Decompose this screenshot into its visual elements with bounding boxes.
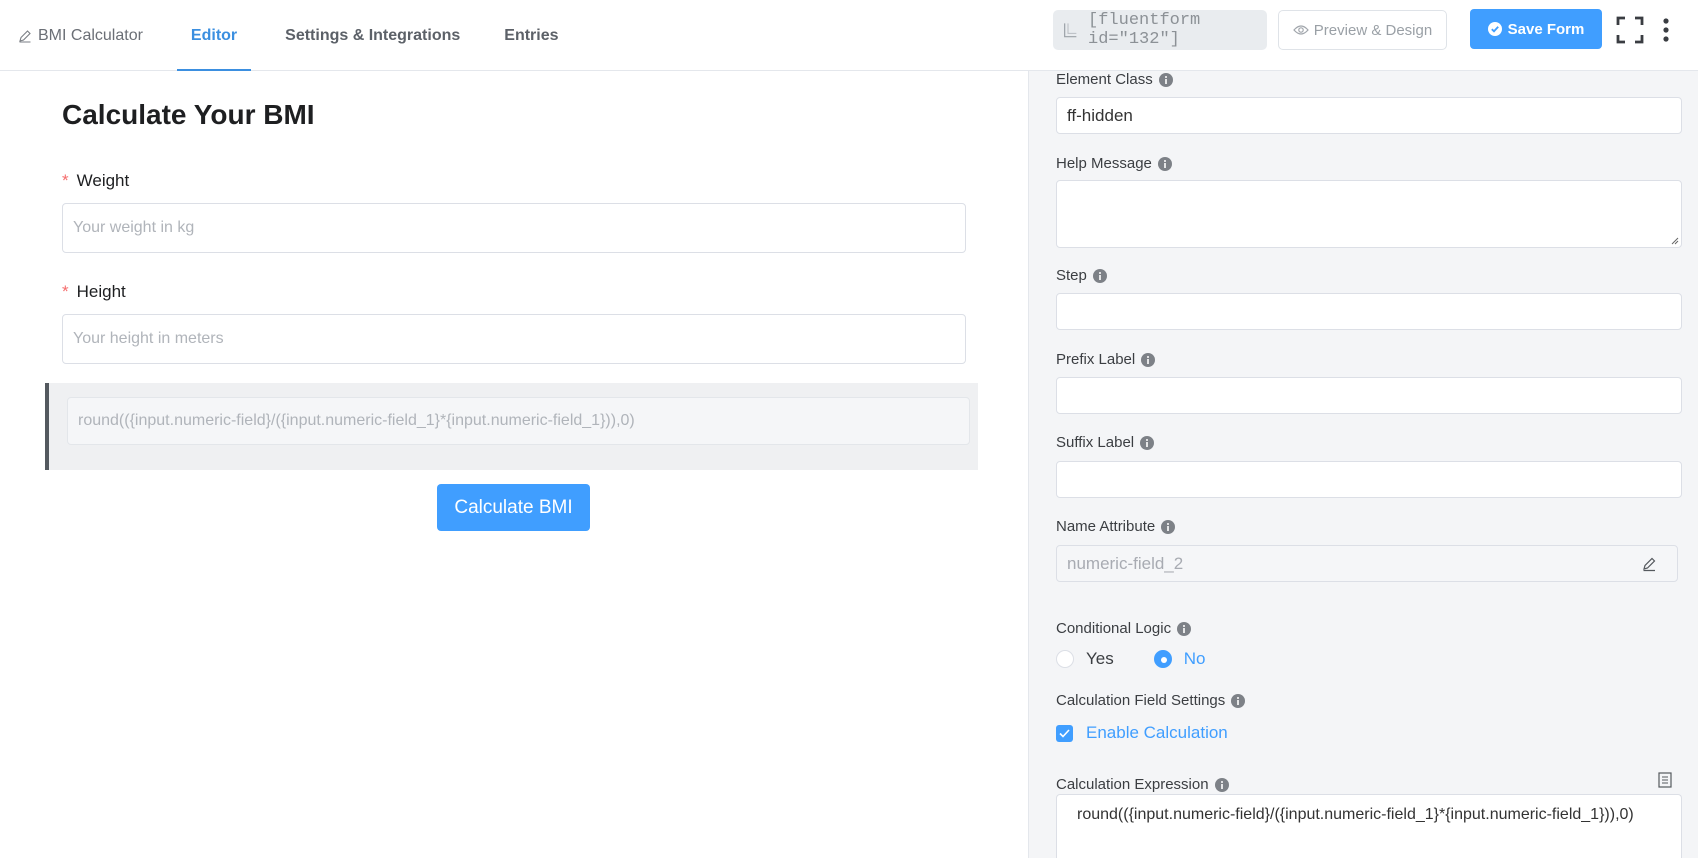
info-icon[interactable] [1141,352,1156,367]
check-icon [1059,728,1070,738]
calc-settings-label-text: Calculation Field Settings [1056,692,1226,709]
shortcode-copy[interactable]: [fluentform id="132"] [1053,10,1267,50]
calc-expression-label: Calculation Expression [1056,776,1229,793]
form-name-link[interactable]: BMI Calculator [0,0,165,71]
radio-no-label: No [1183,649,1206,668]
element-class-value: ff-hidden [1067,105,1133,125]
help-message-label: Help Message [1056,155,1172,172]
preview-design-button[interactable]: Preview & Design [1278,10,1447,50]
calc-expression-value: round(({input.numeric-field}/({input.num… [1077,806,1634,823]
calc-expression-label-text: Calculation Expression [1056,776,1209,793]
field-settings-panel: Element Class ff-hidden Help Message Ste… [1028,71,1698,858]
tab-editor[interactable]: Editor [165,0,263,71]
copy-icon [1064,23,1077,38]
height-placeholder: Your height in meters [73,330,224,347]
tab-entries-label: Entries [504,26,559,44]
pencil-icon [19,29,31,43]
main-nav: BMI Calculator Editor Settings & Integra… [0,0,581,71]
tab-entries[interactable]: Entries [482,0,580,71]
info-icon[interactable] [1157,156,1172,171]
height-label: * Height [62,282,126,302]
top-bar: BMI Calculator Editor Settings & Integra… [0,0,1698,71]
height-input[interactable]: Your height in meters [62,314,966,364]
more-options-icon[interactable] [1658,16,1674,44]
enable-calculation-checkbox[interactable]: Enable Calculation [1056,723,1228,743]
suffix-label-label: Suffix Label [1056,434,1155,451]
step-input[interactable] [1056,293,1682,330]
radio-circle[interactable] [1153,650,1172,668]
tab-settings-label: Settings & Integrations [285,26,461,44]
weight-label-text: Weight [76,171,130,190]
form-heading[interactable]: Calculate Your BMI [62,99,315,131]
conditional-logic-radios: Yes No [1056,649,1245,669]
calculation-field-input[interactable]: round(({input.numeric-field}/({input.num… [67,397,970,445]
checkbox-checked-icon[interactable] [1056,724,1073,742]
conditional-logic-no-radio[interactable]: No [1153,649,1206,669]
fullscreen-icon[interactable] [1616,16,1644,44]
weight-input[interactable]: Your weight in kg [62,203,966,253]
form-name: BMI Calculator [38,26,143,44]
save-form-button[interactable]: Save Form [1470,9,1602,49]
element-class-input[interactable]: ff-hidden [1056,97,1682,134]
prefix-label-input[interactable] [1056,377,1682,414]
shortcode-text: [fluentform id="132"] [1088,11,1201,49]
calc-expression-textarea[interactable]: round(({input.numeric-field}/({input.num… [1056,794,1682,858]
document-icon[interactable] [1658,772,1672,788]
info-icon[interactable] [1140,435,1155,450]
calculation-field-value: round(({input.numeric-field}/({input.num… [78,412,635,429]
conditional-logic-label-text: Conditional Logic [1056,620,1172,637]
info-icon[interactable] [1177,621,1192,636]
info-icon[interactable] [1161,519,1176,534]
help-message-textarea[interactable] [1056,180,1682,248]
name-attribute-label: Name Attribute [1056,518,1176,535]
info-icon[interactable] [1214,777,1229,792]
name-attribute-input[interactable]: numeric-field_2 [1056,545,1678,582]
height-label-text: Height [76,282,126,301]
preview-design-label: Preview & Design [1313,21,1433,39]
conditional-logic-yes-radio[interactable]: Yes [1056,649,1114,669]
check-circle-icon [1487,22,1502,36]
element-class-label-text: Element Class [1056,71,1153,88]
name-attribute-label-text: Name Attribute [1056,518,1156,535]
enable-calculation-label: Enable Calculation [1086,723,1228,742]
resize-grip-icon[interactable] [1669,235,1679,245]
prefix-label-label: Prefix Label [1056,351,1156,368]
element-class-label: Element Class [1056,71,1173,88]
conditional-logic-label: Conditional Logic [1056,620,1192,637]
weight-label: * Weight [62,171,129,191]
tab-settings-integrations[interactable]: Settings & Integrations [263,0,482,71]
step-label-text: Step [1056,267,1087,284]
selected-calculation-field[interactable]: round(({input.numeric-field}/({input.num… [45,383,978,470]
form-editor-canvas: Calculate Your BMI * Weight Your weight i… [0,71,1028,858]
radio-yes-label: Yes [1086,649,1114,668]
prefix-label-text: Prefix Label [1056,351,1136,368]
info-icon[interactable] [1231,693,1246,708]
calc-settings-label: Calculation Field Settings [1056,692,1246,709]
suffix-label-input[interactable] [1056,461,1682,498]
step-label: Step [1056,267,1107,284]
name-attribute-value: numeric-field_2 [1067,553,1184,573]
suffix-label-text: Suffix Label [1056,434,1135,451]
edit-pencil-icon[interactable] [1641,556,1657,572]
required-mark: * [62,282,69,301]
info-icon[interactable] [1158,72,1173,87]
tab-editor-label: Editor [190,26,238,44]
weight-placeholder: Your weight in kg [73,219,195,236]
radio-circle[interactable] [1056,650,1074,668]
eye-icon [1292,25,1309,35]
info-icon[interactable] [1092,268,1107,283]
required-mark: * [62,171,69,190]
calculate-bmi-button[interactable]: Calculate BMI [437,484,590,531]
save-form-label: Save Form [1507,20,1585,38]
help-message-label-text: Help Message [1056,155,1152,172]
